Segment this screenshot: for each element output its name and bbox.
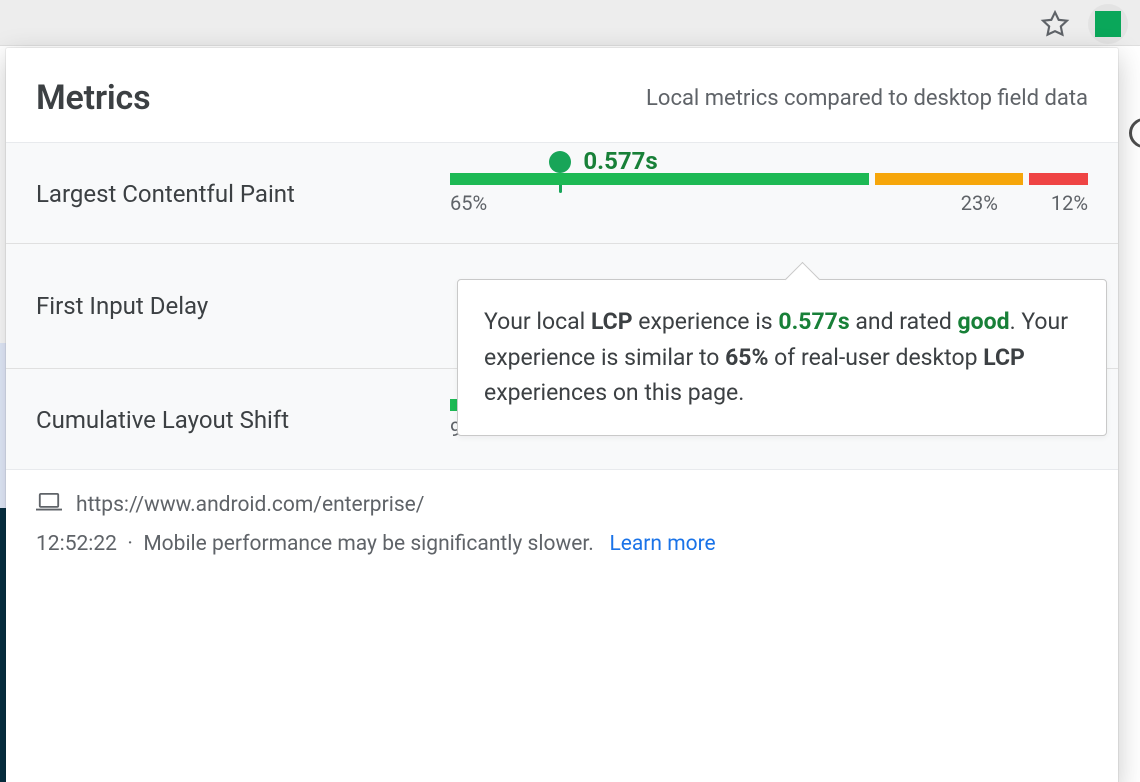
metric-value-marker: 0.577s (549, 151, 571, 193)
tooltip-text: Your local (484, 308, 591, 335)
dist-label-good: 65% (450, 191, 487, 215)
tooltip-metric-abbr: LCP (591, 308, 633, 335)
separator-dot: · (127, 532, 133, 556)
tooltip-percentile: 65% (725, 344, 768, 371)
dist-segment-poor (1029, 173, 1088, 185)
metric-row-lcp[interactable]: Largest Contentful Paint 0.577s 65% 23% … (6, 143, 1118, 244)
tooltip-text: experience is (633, 308, 779, 335)
panel-title: Metrics (36, 78, 150, 118)
metric-name: Cumulative Layout Shift (36, 406, 450, 434)
page-url: https://www.android.com/enterprise/ (76, 493, 424, 517)
laptop-icon (36, 492, 62, 518)
tooltip-rating: good (958, 308, 1010, 335)
tooltip-text: of real-user desktop (768, 344, 983, 371)
profile-avatar[interactable] (1088, 4, 1128, 44)
footer-status-line: 12:52:22 · Mobile performance may be sig… (36, 532, 1088, 556)
metric-name: Largest Contentful Paint (36, 180, 450, 208)
learn-more-link[interactable]: Learn more (609, 532, 715, 556)
bookmark-star-icon[interactable] (1040, 9, 1070, 39)
tooltip-text: and rated (850, 308, 958, 335)
footer-url-row: https://www.android.com/enterprise/ (36, 492, 1088, 518)
metric-tooltip: Your local LCP experience is 0.577s and … (457, 279, 1107, 436)
dist-segment-good (450, 173, 869, 185)
dist-segment-needs-improvement (875, 173, 1023, 185)
background-page-glyph (1123, 112, 1140, 154)
tooltip-metric-abbr: LCP (983, 344, 1025, 371)
panel-footer: https://www.android.com/enterprise/ 12:5… (6, 470, 1118, 566)
dist-label-poor: 12% (1051, 191, 1088, 215)
mobile-warning-text: Mobile performance may be significantly … (143, 532, 593, 556)
marker-dot-icon (549, 151, 571, 173)
browser-chrome-bar (0, 0, 1140, 46)
dist-label-ni: 23% (961, 191, 998, 215)
panel-subtitle: Local metrics compared to desktop field … (646, 86, 1088, 111)
profile-avatar-icon (1095, 11, 1121, 37)
panel-header: Metrics Local metrics compared to deskto… (6, 48, 1118, 142)
dist-labels: 65% 23% 12% (450, 191, 1088, 215)
measurement-time: 12:52:22 (36, 532, 117, 556)
metric-value: 0.577s (583, 147, 657, 175)
tooltip-text: experiences on this page. (484, 379, 744, 406)
metric-distribution-bar (450, 173, 1088, 185)
metric-distribution-chart: 0.577s 65% 23% 12% (450, 173, 1088, 215)
tooltip-value: 0.577s (778, 308, 849, 335)
metric-name: First Input Delay (36, 292, 450, 320)
